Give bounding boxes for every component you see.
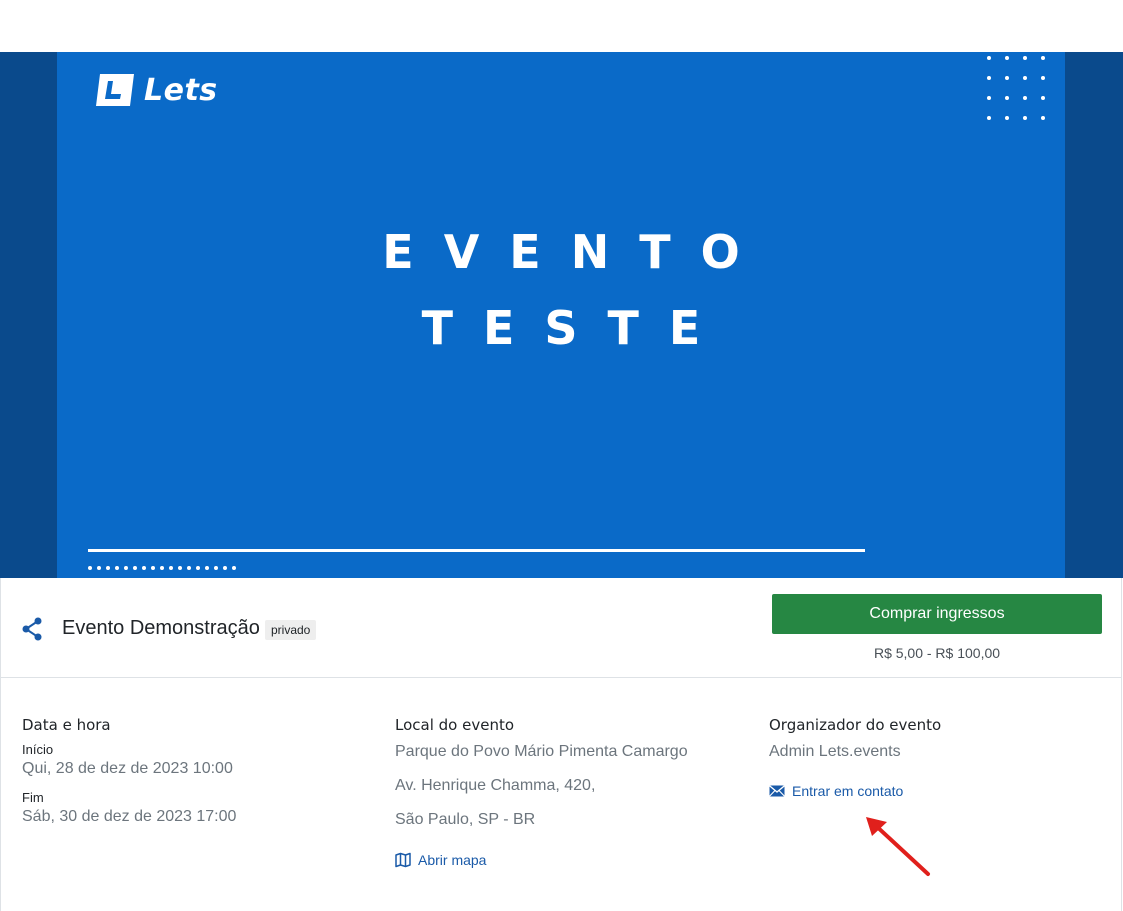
organizer-title: Organizador do evento: [769, 716, 942, 734]
start-label: Início: [22, 742, 54, 757]
map-icon: [395, 852, 411, 868]
banner-title-line2: TESTE: [421, 301, 731, 355]
location-section: Local do evento Parque do Povo Mário Pim…: [395, 716, 688, 868]
venue-city: São Paulo, SP - BR: [395, 811, 536, 828]
location-title: Local do evento: [395, 716, 515, 734]
privacy-badge: privado: [265, 620, 317, 640]
datetime-section: Data e hora Início Qui, 28 de dez de 202…: [22, 716, 236, 826]
event-banner: Lets EVENTO TESTE: [0, 52, 1123, 578]
start-value: Qui, 28 de dez de 2023 10:00: [22, 760, 233, 777]
end-value: Sáb, 30 de dez de 2023 17:00: [22, 808, 237, 825]
open-map-link[interactable]: Abrir mapa: [395, 852, 688, 868]
open-map-label: Abrir mapa: [418, 852, 487, 868]
event-header: Evento Demonstração privado Comprar ingr…: [1, 578, 1122, 678]
event-name: Evento Demonstração: [62, 617, 260, 639]
banner-dots-row: [88, 566, 236, 572]
share-icon[interactable]: [21, 617, 43, 641]
decorative-dots-grid: [987, 56, 1047, 120]
organizer-name: Admin Lets.events: [769, 743, 901, 760]
mail-icon: [769, 785, 785, 797]
organizer-section: Organizador do evento Admin Lets.events …: [769, 716, 941, 799]
venue-street: Av. Henrique Chamma, 420,: [395, 777, 596, 794]
end-label: Fim: [22, 790, 44, 805]
lets-logo: Lets: [94, 72, 218, 108]
banner-image: Lets EVENTO TESTE: [57, 52, 1065, 578]
logo-text: Lets: [144, 72, 218, 108]
lets-logo-icon: [96, 74, 134, 106]
banner-title-line1: EVENTO: [382, 225, 770, 279]
event-info-card: Evento Demonstração privado Comprar ingr…: [0, 578, 1122, 911]
venue-name: Parque do Povo Mário Pimenta Camargo: [395, 743, 688, 760]
banner-divider-line: [88, 549, 865, 552]
contact-organizer-link[interactable]: Entrar em contato: [769, 783, 941, 799]
datetime-title: Data e hora: [22, 716, 111, 734]
price-range: R$ 5,00 - R$ 100,00: [873, 645, 1001, 661]
contact-organizer-label: Entrar em contato: [792, 783, 904, 799]
buy-tickets-button[interactable]: Comprar ingressos: [772, 594, 1102, 634]
